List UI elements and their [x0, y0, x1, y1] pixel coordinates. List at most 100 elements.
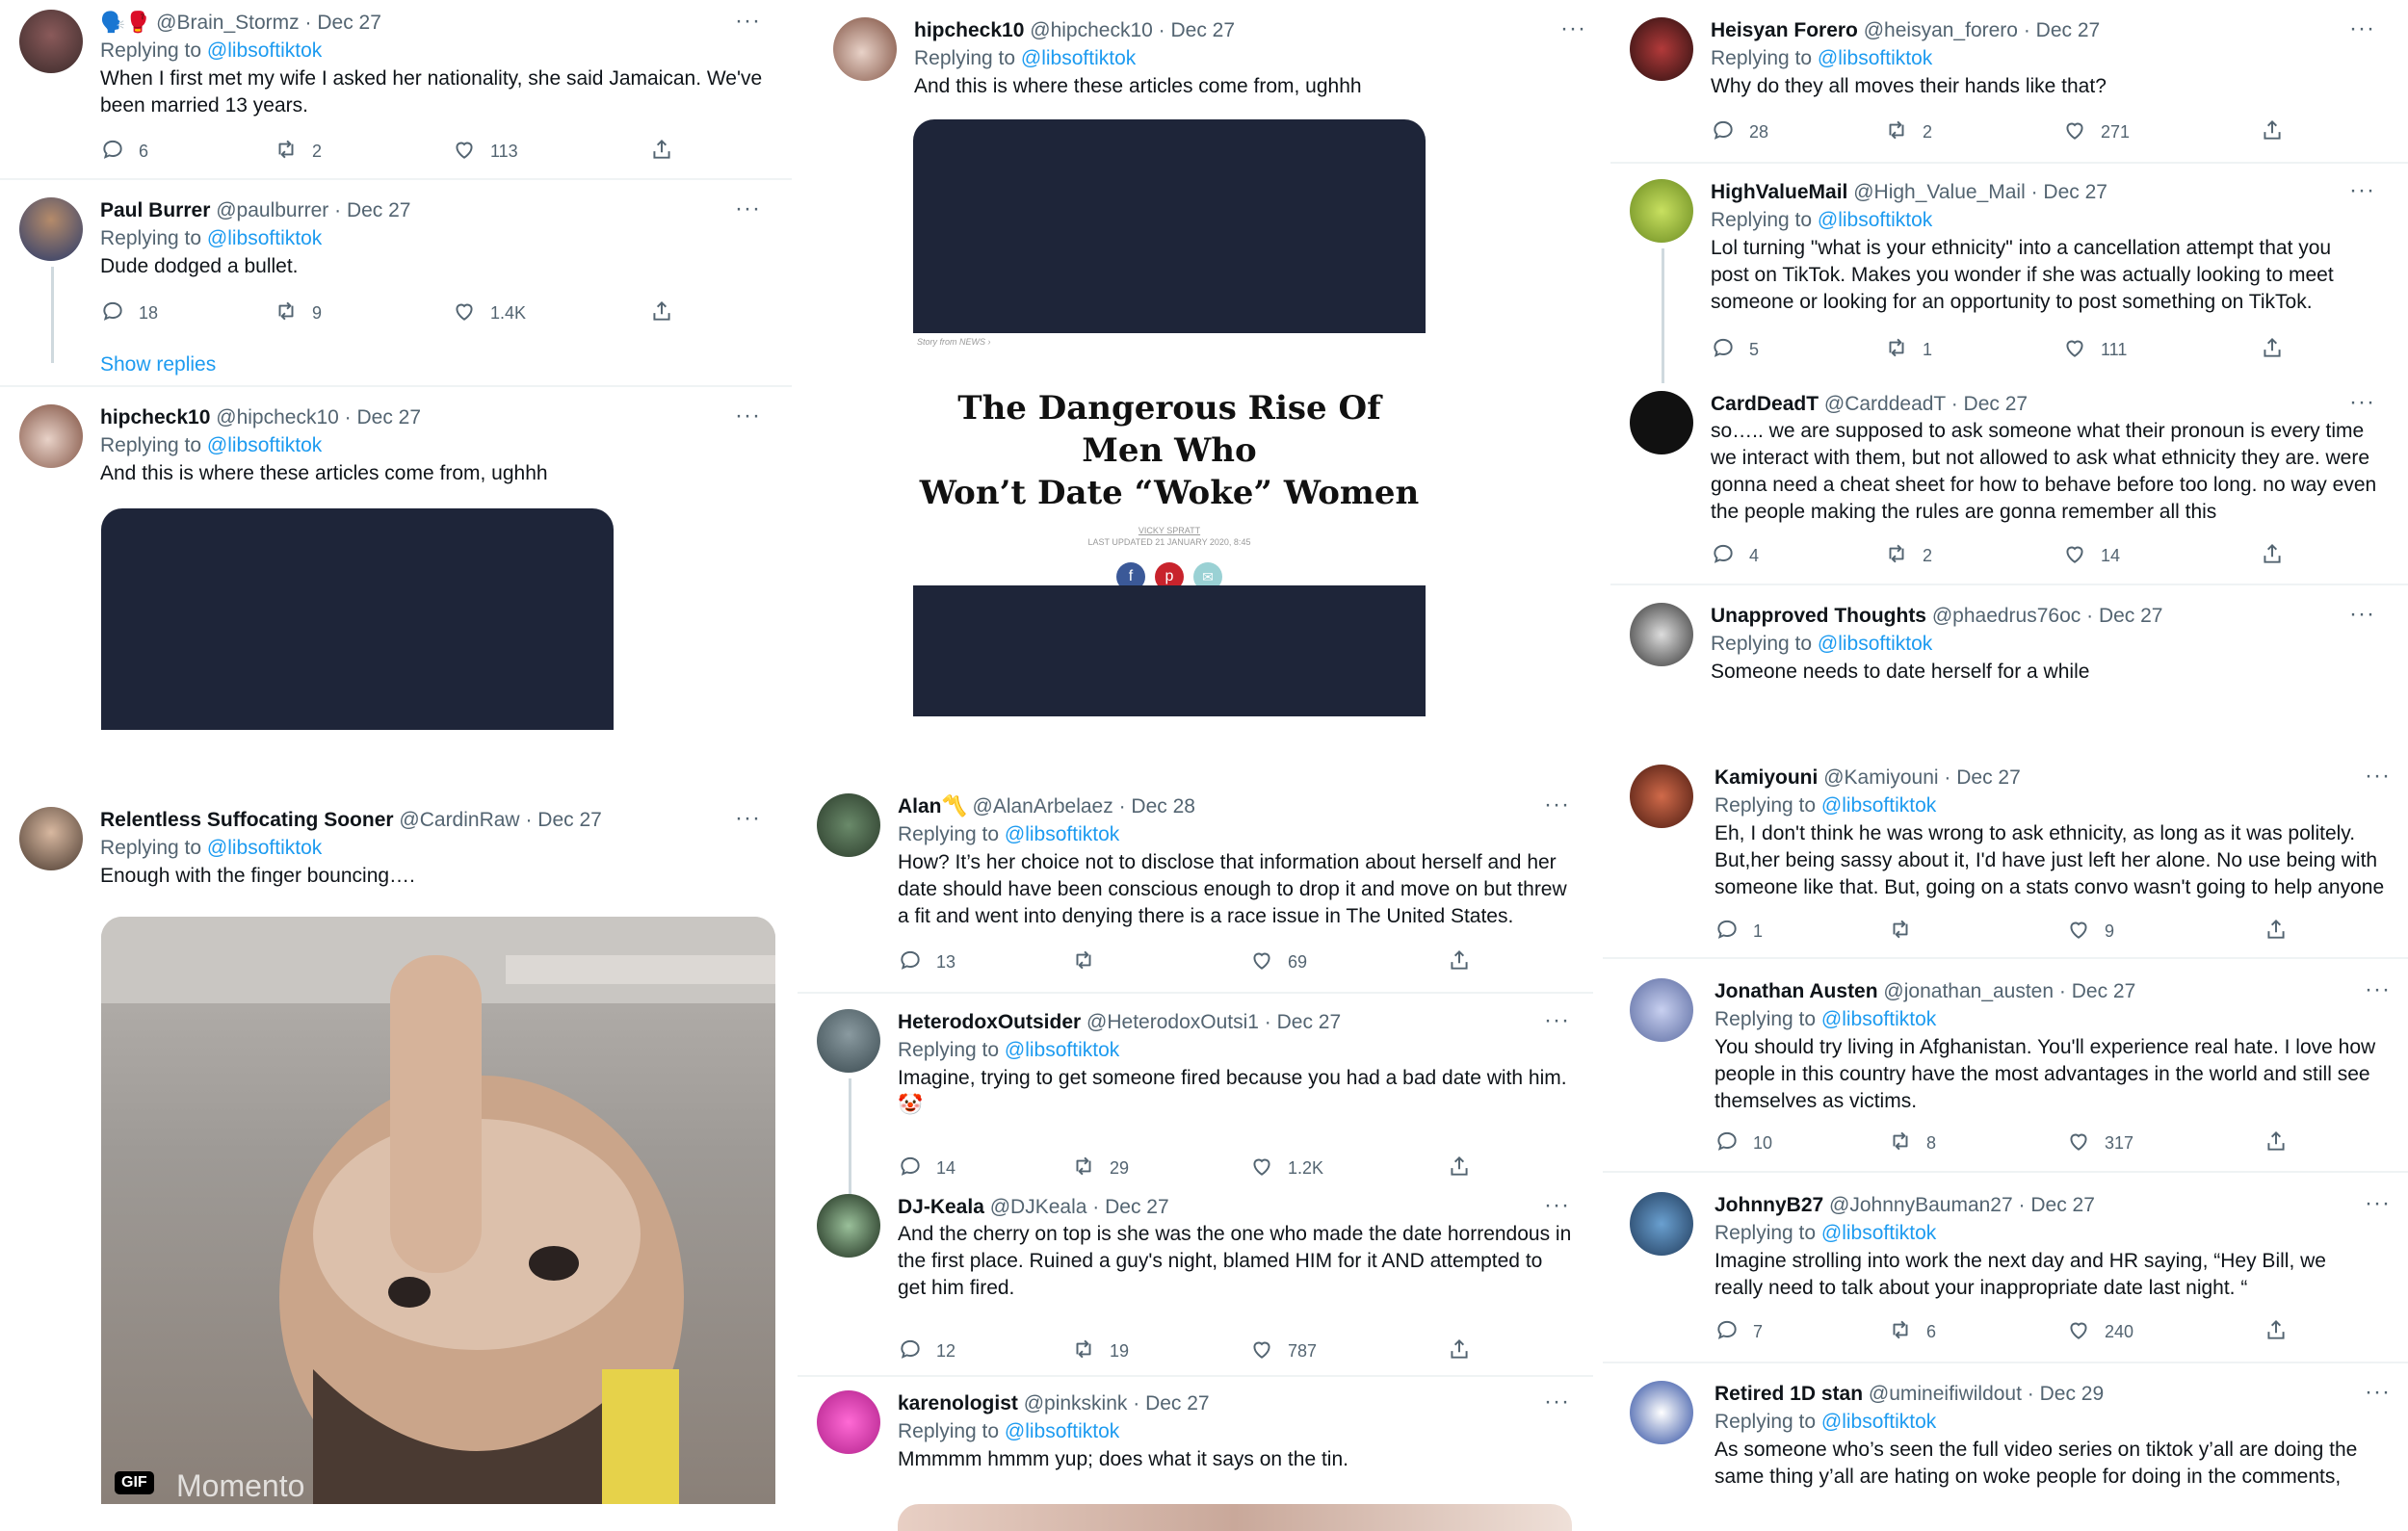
handle[interactable]: @hipcheck10 [1030, 19, 1153, 41]
tweet[interactable]: Retired 1D stan @umineifiwildout · Dec 2… [1603, 1381, 2408, 1531]
reply-button[interactable]: 10 [1714, 1129, 1772, 1157]
handle[interactable]: @DJKeala [990, 1196, 1087, 1218]
retweet-button[interactable]: 29 [1071, 1154, 1129, 1182]
share-button[interactable] [2264, 917, 2289, 946]
more-icon[interactable]: ··· [2349, 179, 2375, 202]
tweet[interactable]: hipcheck10 @hipcheck10 · Dec 27 Replying… [0, 404, 792, 741]
handle[interactable]: @JohnnyBauman27 [1829, 1194, 2013, 1216]
handle[interactable]: @High_Value_Mail [1853, 181, 2026, 203]
tweet[interactable]: CardDeadT @CarddeadT · Dec 27 so….. we a… [1610, 391, 2408, 584]
tweet[interactable]: Relentless Suffocating Sooner @CardinRaw… [0, 807, 792, 1529]
avatar[interactable] [1630, 603, 1693, 666]
reply-handle-link[interactable]: @libsoftiktok [1021, 47, 1136, 69]
date[interactable]: Dec 29 [2040, 1383, 2105, 1405]
more-icon[interactable]: ··· [1544, 793, 1570, 817]
like-button[interactable]: 9 [2066, 917, 2114, 946]
like-button[interactable]: 111 [2062, 335, 2127, 364]
more-icon[interactable]: ··· [735, 807, 761, 830]
display-name[interactable]: Jonathan Austen [1714, 980, 1878, 1002]
display-name[interactable]: JohnnyB27 [1714, 1194, 1823, 1216]
display-name[interactable]: Relentless Suffocating Sooner [100, 809, 394, 831]
reply-button[interactable]: 4 [1711, 541, 1759, 570]
share-button[interactable] [2260, 541, 2285, 570]
show-replies-link[interactable]: Show replies [100, 353, 216, 376]
like-button[interactable]: 317 [2066, 1129, 2133, 1157]
tweet[interactable]: Heisyan Forero @heisyan_forero · Dec 27 … [1610, 17, 2408, 162]
tweet[interactable]: HeterodoxOutsider @HeterodoxOutsi1 · Dec… [798, 1009, 1593, 1196]
tweet[interactable]: 🗣️🥊 @Brain_Stormz · Dec 27 Replying to @… [0, 10, 792, 173]
reply-handle-link[interactable]: @libsoftiktok [1821, 1008, 1936, 1030]
display-name[interactable]: Paul Burrer [100, 199, 210, 221]
like-button[interactable]: 1.2K [1249, 1154, 1323, 1182]
more-icon[interactable]: ··· [2365, 1192, 2391, 1215]
like-button[interactable]: 787 [1249, 1336, 1317, 1365]
share-button[interactable] [1447, 1154, 1472, 1182]
more-icon[interactable]: ··· [2365, 1381, 2391, 1404]
retweet-button[interactable] [1071, 947, 1110, 976]
reply-button[interactable]: 13 [898, 947, 955, 976]
like-button[interactable]: 113 [452, 137, 518, 166]
avatar[interactable] [19, 807, 83, 870]
date[interactable]: Dec 28 [1131, 795, 1195, 817]
date[interactable]: Dec 27 [347, 199, 411, 221]
gif-media[interactable]: GIF Momento [101, 917, 775, 1504]
handle[interactable]: @phaedrus76oc [1932, 605, 2081, 627]
display-name[interactable]: DJ-Keala [898, 1196, 984, 1218]
more-icon[interactable]: ··· [1560, 17, 1586, 40]
more-icon[interactable]: ··· [2365, 765, 2391, 788]
reply-button[interactable]: 1 [1714, 917, 1763, 946]
tweet[interactable]: hipcheck10 @hipcheck10 · Dec 27 Replying… [814, 17, 1606, 730]
date[interactable]: Dec 27 [1105, 1196, 1169, 1218]
tweet[interactable]: Paul Burrer @paulburrer · Dec 27 Replyin… [0, 197, 792, 390]
reply-handle-link[interactable]: @libsoftiktok [207, 837, 322, 859]
reply-button[interactable]: 28 [1711, 117, 1768, 146]
avatar[interactable] [817, 793, 880, 857]
share-button[interactable] [1447, 947, 1472, 976]
more-icon[interactable]: ··· [2349, 391, 2375, 414]
more-icon[interactable]: ··· [735, 10, 761, 33]
handle[interactable]: @heisyan_forero [1864, 19, 2018, 41]
display-name[interactable]: Retired 1D stan [1714, 1383, 1863, 1405]
reply-handle-link[interactable]: @libsoftiktok [1005, 1420, 1119, 1442]
reply-handle-link[interactable]: @libsoftiktok [1005, 823, 1119, 845]
reply-handle-link[interactable]: @libsoftiktok [1818, 47, 1932, 69]
media-preview[interactable] [898, 1504, 1572, 1531]
tweet[interactable]: Unapproved Thoughts @phaedrus76oc · Dec … [1610, 603, 2408, 717]
handle[interactable]: @AlanArbelaez [973, 795, 1113, 817]
handle[interactable]: @hipcheck10 [216, 406, 339, 428]
retweet-button[interactable]: 2 [1884, 541, 1932, 570]
avatar[interactable] [19, 10, 83, 73]
tweet[interactable]: Kamiyouni @Kamiyouni · Dec 27 Replying t… [1603, 765, 2408, 947]
share-button[interactable] [2260, 335, 2285, 364]
more-icon[interactable]: ··· [1544, 1390, 1570, 1414]
date[interactable]: Dec 27 [1145, 1392, 1210, 1414]
reply-handle-link[interactable]: @libsoftiktok [207, 434, 322, 456]
more-icon[interactable]: ··· [2349, 603, 2375, 626]
tweet[interactable]: JohnnyB27 @JohnnyBauman27 · Dec 27 Reply… [1603, 1192, 2408, 1356]
like-button[interactable]: 271 [2062, 117, 2130, 146]
reply-button[interactable]: 5 [1711, 335, 1759, 364]
share-button[interactable] [1447, 1336, 1472, 1365]
like-button[interactable]: 14 [2062, 541, 2120, 570]
display-name[interactable]: hipcheck10 [100, 406, 210, 428]
tweet[interactable]: DJ-Keala @DJKeala · Dec 27 And the cherr… [798, 1194, 1593, 1377]
date[interactable]: Dec 27 [2030, 1194, 2095, 1216]
reply-handle-link[interactable]: @libsoftiktok [1821, 794, 1936, 817]
display-name[interactable]: Kamiyouni [1714, 766, 1818, 789]
handle[interactable]: @Brain_Stormz [156, 12, 300, 34]
share-button[interactable] [2264, 1317, 2289, 1346]
avatar[interactable] [1630, 391, 1693, 454]
handle[interactable]: @umineifiwildout [1869, 1383, 2022, 1405]
display-name[interactable]: Alan〽️ [898, 795, 967, 817]
avatar[interactable] [833, 17, 897, 81]
date[interactable]: Dec 27 [1964, 393, 2028, 415]
date[interactable]: Dec 27 [1170, 19, 1235, 41]
avatar[interactable] [1630, 179, 1693, 243]
reply-handle-link[interactable]: @libsoftiktok [1818, 633, 1932, 655]
display-name[interactable]: karenologist [898, 1392, 1018, 1414]
retweet-button[interactable]: 1 [1884, 335, 1932, 364]
handle[interactable]: @jonathan_austen [1883, 980, 2054, 1002]
more-icon[interactable]: ··· [2365, 978, 2391, 1001]
like-button[interactable]: 69 [1249, 947, 1307, 976]
retweet-button[interactable]: 2 [274, 137, 322, 166]
